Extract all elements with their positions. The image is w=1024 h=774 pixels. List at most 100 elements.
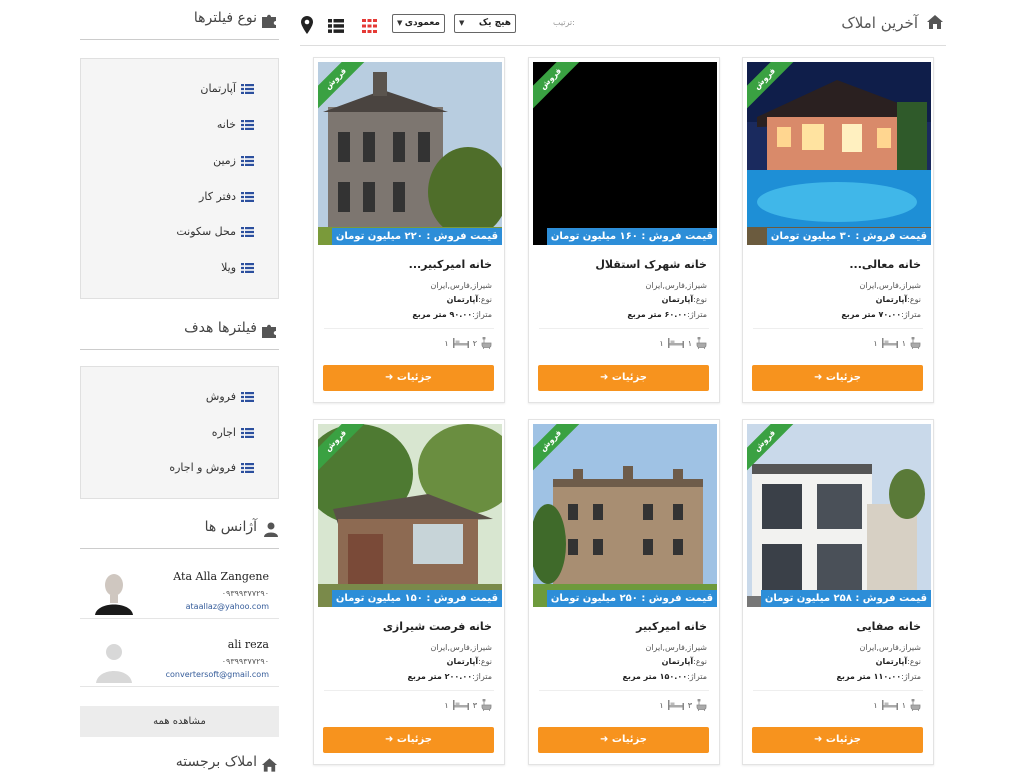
filter-villa[interactable]: ویلا xyxy=(221,261,254,274)
user-icon xyxy=(264,522,278,537)
filter-office[interactable]: دفتر کار xyxy=(199,190,254,203)
property-photo[interactable]: فروش قیمت فروش : ۳۰ میلیون تومان xyxy=(747,62,931,245)
agent-email[interactable]: convertersoft@gmail.com xyxy=(166,670,269,679)
details-button[interactable]: جزئیات ➜ xyxy=(538,727,709,753)
bath-count: ۱ xyxy=(901,700,906,710)
puzzle-icon xyxy=(262,14,276,28)
details-button[interactable]: جزئیات ➜ xyxy=(752,365,923,391)
property-location: شیراز,فارس,ایران xyxy=(430,281,492,290)
goal-filters-panel: فروش اجاره فروش و اجاره xyxy=(80,366,279,499)
property-title[interactable]: خانه معالی... xyxy=(753,258,921,271)
list-bullet-icon xyxy=(241,119,254,130)
arrow-right-icon: ➜ xyxy=(600,372,609,383)
property-area: متراژ:۱۵۰.۰۰ متر مربع xyxy=(539,672,707,681)
type-label: نوع: xyxy=(478,295,492,304)
property-photo[interactable]: فروش قیمت فروش : ۲۵۸ میلیون تومان xyxy=(747,424,931,607)
property-photo[interactable]: فروش قیمت فروش : ۱۶۰ میلیون تومان xyxy=(533,62,717,245)
bed-count: ۱ xyxy=(659,700,664,710)
type-value: آپارتمان xyxy=(875,657,908,666)
bath-count: ۲ xyxy=(472,338,477,348)
type-label: نوع: xyxy=(693,295,707,304)
area-value: ۱۱۰.۰۰ متر مربع xyxy=(836,672,902,681)
agent-email[interactable]: ataallaz@yahoo.com xyxy=(186,602,269,611)
type-filters-heading: نوع فیلترها xyxy=(80,8,279,40)
filter-label: محل سکونت xyxy=(176,225,236,238)
filter-sale-and-rent[interactable]: فروش و اجاره xyxy=(169,461,254,474)
property-area: متراژ:۹۰.۰۰ متر مربع xyxy=(324,310,492,319)
filter-residence[interactable]: محل سکونت xyxy=(176,225,254,238)
page-title: آخرین املاک xyxy=(841,14,918,32)
puzzle-icon xyxy=(262,324,276,338)
type-filters-title: نوع فیلترها xyxy=(193,10,257,26)
details-button[interactable]: جزئیات ➜ xyxy=(323,727,494,753)
amenities: ۱ ۱ xyxy=(659,336,707,350)
order-select[interactable]: هیچ یک ▼ xyxy=(454,14,516,33)
filter-rent[interactable]: اجاره xyxy=(212,426,254,439)
area-label: متراژ: xyxy=(901,310,921,319)
map-pin-icon[interactable] xyxy=(301,16,313,34)
area-value: ۶۰.۰۰ متر مربع xyxy=(627,310,688,319)
bath-count: ۳ xyxy=(687,700,692,710)
bath-icon xyxy=(481,699,492,711)
filter-apartment[interactable]: آپارتمان xyxy=(200,82,254,95)
filter-label: فروش xyxy=(205,390,236,403)
bath-icon xyxy=(481,337,492,349)
filter-label: دفتر کار xyxy=(199,190,236,203)
property-card: فروش قیمت فروش : ۲۵۰ میلیون تومان خانه ا… xyxy=(528,419,720,765)
bed-icon xyxy=(667,700,684,710)
property-title[interactable]: خانه شهرک استقلال xyxy=(539,258,707,271)
property-title[interactable]: خانه فرصت شیرازی xyxy=(324,620,492,633)
details-button[interactable]: جزئیات ➜ xyxy=(752,727,923,753)
details-label: جزئیات xyxy=(825,734,861,745)
filter-label: اجاره xyxy=(211,426,236,439)
grid-view-icon[interactable] xyxy=(362,19,377,33)
home-icon xyxy=(261,758,278,772)
amenities: ۲ ۱ xyxy=(444,336,492,350)
avatar xyxy=(91,569,137,615)
agent-card[interactable]: ali reza ۰۹۳۹۹۳۷۷۲۹۰ convertersoft@gmail… xyxy=(80,632,279,687)
area-value: ۲۰۰.۰۰ متر مربع xyxy=(407,672,473,681)
details-label: جزئیات xyxy=(611,372,647,383)
filter-label: فروش و اجاره xyxy=(169,461,236,474)
amenities: ۱ ۱ xyxy=(873,698,921,712)
property-photo[interactable]: فروش قیمت فروش : ۲۵۰ میلیون تومان xyxy=(533,424,717,607)
property-title[interactable]: خانه امیرکبیر... xyxy=(324,258,492,271)
castle-image xyxy=(533,424,717,607)
list-bullet-icon xyxy=(241,191,254,202)
property-title[interactable]: خانه امیرکبیر xyxy=(539,620,707,633)
details-button[interactable]: جزئیات ➜ xyxy=(538,365,709,391)
bath-icon xyxy=(910,337,921,349)
arrow-right-icon: ➜ xyxy=(385,734,394,745)
list-bullet-icon xyxy=(241,262,254,273)
agencies-heading: آژانس ها xyxy=(80,517,279,549)
list-bullet-icon xyxy=(241,391,254,402)
area-label: متراژ: xyxy=(687,310,707,319)
listing-header: آخرین املاک ترتیب: هیچ یک ▼ معمودی ▼ xyxy=(300,8,946,46)
order-select-value: هیچ یک xyxy=(478,18,511,28)
property-photo[interactable]: فروش قیمت فروش : ۲۲۰ میلیون تومان xyxy=(318,62,502,245)
filter-label: ویلا xyxy=(221,261,236,274)
bath-icon xyxy=(696,699,707,711)
price-label: قیمت فروش : ۱۵۰ میلیون تومان xyxy=(331,590,502,607)
property-type: نوع:آپارتمان xyxy=(753,657,921,666)
area-label: متراژ: xyxy=(472,310,492,319)
currency-select[interactable]: معمودی ▼ xyxy=(392,14,445,33)
list-bullet-icon xyxy=(241,427,254,438)
property-title[interactable]: خانه صفایی xyxy=(753,620,921,633)
filter-house[interactable]: خانه xyxy=(217,118,254,131)
agent-card[interactable]: Ata Alla Zangene ۰۹۳۹۹۳۷۷۲۹۰ ataallaz@ya… xyxy=(80,564,279,619)
bed-count: ۱ xyxy=(659,338,664,348)
filter-sale[interactable]: فروش xyxy=(206,390,254,403)
property-card: فروش قیمت فروش : ۱۶۰ میلیون تومان خانه ش… xyxy=(528,57,720,403)
type-label: نوع: xyxy=(693,657,707,666)
bed-count: ۱ xyxy=(873,338,878,348)
list-view-icon[interactable] xyxy=(328,19,344,33)
area-value: ۷۰.۰۰ متر مربع xyxy=(841,310,902,319)
bath-count: ۳ xyxy=(472,700,477,710)
view-all-button[interactable]: مشاهده همه xyxy=(80,706,279,737)
property-photo[interactable]: فروش قیمت فروش : ۱۵۰ میلیون تومان xyxy=(318,424,502,607)
details-button[interactable]: جزئیات ➜ xyxy=(323,365,494,391)
filter-land[interactable]: زمین xyxy=(213,154,254,167)
agent-phone: ۰۹۳۹۹۳۷۷۲۹۰ xyxy=(221,589,269,598)
details-label: جزئیات xyxy=(611,734,647,745)
